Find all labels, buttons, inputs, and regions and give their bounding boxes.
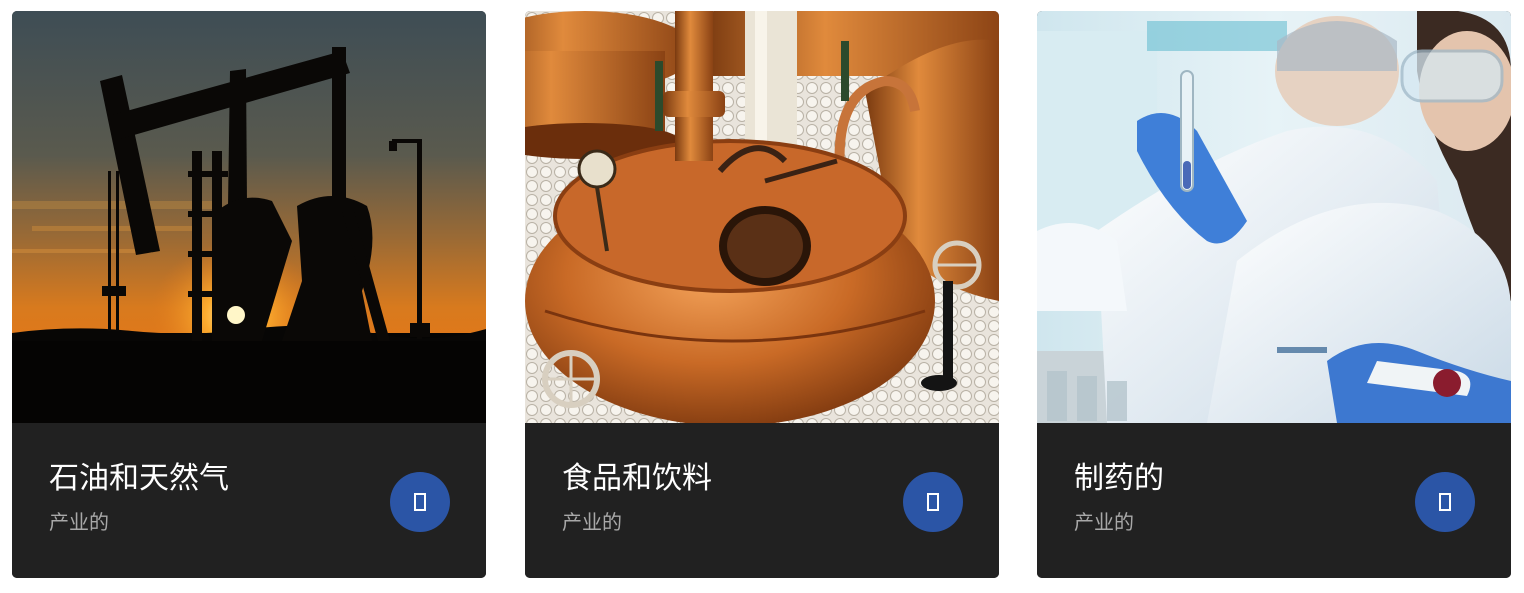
card-subtitle: 产业的 xyxy=(562,510,622,534)
card-footer: 石油和天然气 产业的 xyxy=(12,423,486,578)
card-open-button[interactable] xyxy=(390,472,450,532)
card-title: 石油和天然气 xyxy=(49,461,229,496)
card-open-button[interactable] xyxy=(1415,472,1475,532)
copper-brewing-kettles-photo xyxy=(525,11,999,423)
oil-pumpjack-sunset-photo xyxy=(12,11,486,423)
card-title: 食品和饮料 xyxy=(562,461,712,496)
industry-card-grid: 石油和天然气 产业的 食品和饮料 产业的 制药的 产业的 xyxy=(0,0,1524,593)
industry-card-oil-gas[interactable]: 石油和天然气 产业的 xyxy=(12,11,486,578)
industry-card-food-beverage[interactable]: 食品和饮料 产业的 xyxy=(525,11,999,578)
card-open-button[interactable] xyxy=(903,472,963,532)
missing-glyph-icon xyxy=(1439,493,1451,511)
missing-glyph-icon xyxy=(927,493,939,511)
missing-glyph-icon xyxy=(414,493,426,511)
card-footer: 制药的 产业的 xyxy=(1037,423,1511,578)
industry-card-pharmaceutical[interactable]: 制药的 产业的 xyxy=(1037,11,1511,578)
card-footer: 食品和饮料 产业的 xyxy=(525,423,999,578)
lab-scientists-test-tubes-photo xyxy=(1037,11,1511,423)
card-title: 制药的 xyxy=(1074,461,1164,496)
card-subtitle: 产业的 xyxy=(1074,510,1134,534)
card-subtitle: 产业的 xyxy=(49,510,109,534)
